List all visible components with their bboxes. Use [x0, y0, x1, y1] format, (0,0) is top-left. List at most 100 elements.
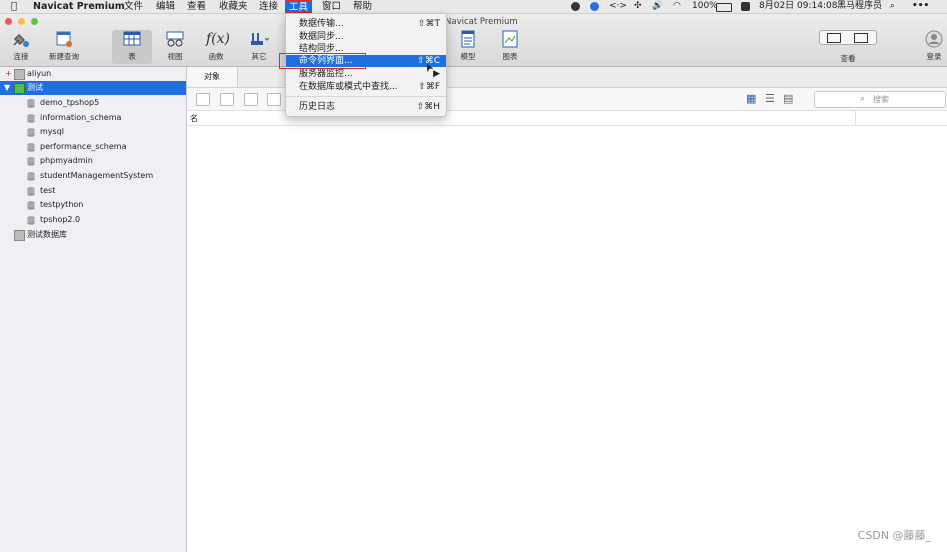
grid-view-icon[interactable]: ▦ — [746, 92, 756, 105]
battery-icon[interactable] — [716, 3, 732, 12]
database-label: test — [40, 185, 56, 195]
connection-test-db[interactable]: 测试数据库 — [0, 228, 186, 242]
connection-sidebar: + aliyun ▼ 测试 demo_tpshop5 information_sc… — [0, 67, 187, 552]
database-item[interactable]: tpshop2.0 — [0, 213, 186, 227]
chart-label: 图表 — [502, 52, 518, 61]
new-query-button[interactable]: 新建查询 — [44, 30, 84, 62]
login-button[interactable]: 登录 — [921, 30, 947, 62]
user-name[interactable]: 黑马程序员 — [837, 0, 882, 13]
connection-test[interactable]: ▼ 测试 — [0, 81, 186, 95]
model-button[interactable]: 模型 — [455, 30, 481, 62]
new-table-icon[interactable] — [244, 93, 258, 106]
menu-item-shortcut: ⇧⌘F — [418, 82, 440, 92]
tools-menu-item[interactable]: 数据同步... — [286, 31, 446, 43]
menu-file[interactable]: 文件 — [124, 0, 143, 13]
close-window-button[interactable] — [5, 18, 12, 25]
menu-item-shortcut: ⇧⌘T — [417, 19, 440, 29]
menu-favorites[interactable]: 收藏夹 — [219, 0, 248, 13]
search-icon[interactable]: ⌕ — [890, 0, 895, 13]
tools-menu-item[interactable]: 数据传输... ⇧⌘T — [286, 18, 446, 30]
chart-icon — [502, 30, 518, 48]
column-name-header[interactable]: 名 — [190, 113, 198, 124]
menu-item-shortcut: ▶ — [433, 69, 440, 79]
database-label: information_schema — [40, 112, 122, 122]
function-label: 函数 — [208, 52, 224, 61]
table-button[interactable]: 表 — [112, 30, 152, 64]
connection-aliyun[interactable]: + aliyun — [0, 67, 186, 81]
login-label: 登录 — [926, 52, 942, 61]
pause-icon[interactable] — [590, 2, 599, 11]
open-table-icon[interactable] — [196, 93, 210, 106]
menu-help[interactable]: 帮助 — [353, 0, 372, 13]
design-table-icon[interactable] — [220, 93, 234, 106]
database-icon — [27, 201, 35, 210]
expand-arrow-icon[interactable]: ▼ — [4, 81, 10, 95]
sidebar-left-icon[interactable] — [827, 33, 841, 43]
database-label: phpmyadmin — [40, 156, 93, 166]
menu-edit[interactable]: 编辑 — [156, 0, 175, 13]
new-query-label: 新建查询 — [49, 52, 79, 61]
code-icon[interactable]: <·> — [609, 0, 627, 13]
highlight-annotation-box — [279, 53, 366, 69]
minimize-window-button[interactable] — [18, 18, 25, 25]
clock[interactable]: 8月02日 09:14:08 — [759, 0, 837, 13]
mysql-connection-icon — [14, 230, 25, 241]
database-item[interactable]: phpmyadmin — [0, 154, 186, 168]
view-mode-segmented[interactable] — [819, 30, 877, 45]
delete-table-icon[interactable] — [267, 93, 281, 106]
more-icon[interactable]: ••• — [912, 0, 929, 13]
menu-item-label: 数据同步... — [299, 32, 344, 42]
sidebar-right-icon[interactable] — [854, 33, 868, 43]
toolbar: Navicat Premium 连接 新建查询 表 视图 f(x) 函数 其它 … — [0, 14, 947, 67]
app-status-icon[interactable] — [741, 2, 750, 11]
zoom-window-button[interactable] — [31, 18, 38, 25]
tools-menu-dropdown: 数据传输... ⇧⌘T 数据同步... 结构同步... 命令列界面... ⇧⌘C 服务器监控… — [279, 13, 447, 117]
chart-button[interactable]: 图表 — [497, 30, 523, 62]
volume-icon[interactable]: 🔊 — [652, 0, 663, 13]
tab-objects[interactable]: 对象 — [187, 67, 238, 87]
database-item[interactable]: testpython — [0, 198, 186, 212]
database-icon — [27, 128, 35, 137]
database-icon — [27, 157, 35, 167]
search-icon: ⌕ — [860, 94, 866, 104]
menu-view[interactable]: 查看 — [187, 0, 206, 13]
menu-tools[interactable]: 工具 — [285, 0, 313, 13]
search-placeholder: 搜索 — [873, 95, 889, 104]
list-view-icon[interactable]: ☰ — [765, 92, 775, 105]
connection-label: 测试数据库 — [27, 230, 67, 239]
database-item[interactable]: mysql — [0, 125, 186, 139]
menu-bar:  Navicat Premium 文件 编辑 查看 收藏夹 连接 工具 窗口 … — [0, 0, 947, 14]
database-item[interactable]: demo_tpshop5 — [0, 96, 186, 110]
view-button[interactable]: 视图 — [160, 30, 190, 62]
plug-icon — [13, 33, 29, 47]
database-label: studentManagementSystem — [40, 171, 154, 180]
wifi-icon[interactable]: ◠ — [673, 0, 681, 13]
tools-menu-item[interactable]: 历史日志 ⇧⌘H — [286, 101, 446, 113]
database-item[interactable]: information_schema — [0, 111, 186, 125]
record-icon[interactable] — [571, 2, 580, 11]
apple-icon[interactable]:  — [11, 0, 17, 13]
tools-menu-item[interactable]: 在数据库或模式中查找... ⇧⌘F — [286, 81, 446, 93]
table-label: 表 — [128, 52, 136, 61]
network-icon[interactable]: ✣ — [634, 0, 642, 13]
database-icon — [27, 215, 35, 225]
menu-separator — [286, 96, 446, 97]
database-item[interactable]: performance_schema — [0, 140, 186, 154]
user-icon — [925, 30, 943, 48]
query-icon — [56, 31, 72, 47]
function-button[interactable]: f(x) 函数 — [202, 30, 230, 62]
menu-window[interactable]: 窗口 — [322, 0, 341, 13]
database-icon — [27, 186, 35, 196]
database-item[interactable]: test — [0, 184, 186, 198]
search-input[interactable]: ⌕ 搜索 — [814, 91, 946, 108]
mysql-connection-icon — [14, 69, 25, 80]
database-item[interactable]: studentManagementSystem — [0, 169, 186, 183]
database-icon — [27, 113, 35, 123]
menu-connection[interactable]: 连接 — [259, 0, 278, 13]
detail-view-icon[interactable]: ▤ — [783, 92, 793, 105]
connection-label: 测试 — [27, 83, 43, 92]
connect-button[interactable]: 连接 — [6, 30, 36, 62]
model-icon — [461, 30, 475, 48]
other-button[interactable]: 其它 — [244, 30, 274, 62]
app-name-menu[interactable]: Navicat Premium — [33, 0, 125, 13]
